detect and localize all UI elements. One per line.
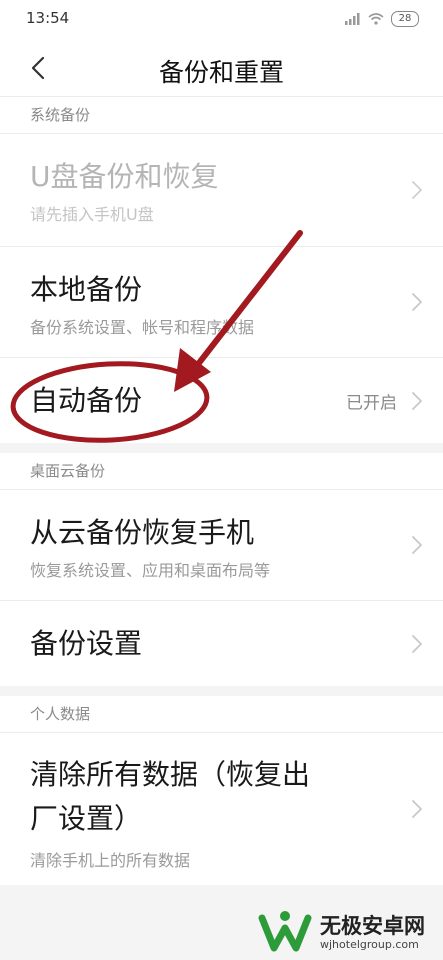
backup-settings-item[interactable]: 备份设置 [0, 601, 443, 686]
battery-icon: 28 [391, 11, 419, 27]
auto-backup-item[interactable]: 自动备份 已开启 [0, 358, 443, 443]
section-personal-data: 个人数据 清除所有数据（恢复出 厂设置） 清除手机上的所有数据 [0, 696, 443, 885]
header: 备份和重置 [0, 40, 443, 97]
section-gap [0, 443, 443, 453]
page-title: 备份和重置 [158, 58, 284, 87]
local-backup-title: 本地备份 [30, 273, 143, 306]
status-icons: 28 [345, 11, 419, 27]
wifi-icon [368, 13, 384, 25]
chevron-right-icon [412, 634, 422, 653]
chevron-right-icon [412, 391, 422, 410]
settings-list: 系统备份 U盘备份和恢复 请先插入手机U盘 本地备份 备份系统设置、帐号和程序数… [0, 97, 443, 885]
factory-reset-title-line1: 清除所有数据（恢复出 [30, 758, 311, 791]
cloud-restore-title: 从云备份恢复手机 [30, 516, 255, 549]
watermark-url: wjhotelgroup.com [320, 938, 419, 951]
section-gap [0, 686, 443, 696]
usb-backup-title: U盘备份和恢复 [30, 160, 219, 193]
usb-backup-subtitle: 请先插入手机U盘 [30, 205, 154, 224]
section-system-backup: 系统备份 U盘备份和恢复 请先插入手机U盘 本地备份 备份系统设置、帐号和程序数… [0, 97, 443, 443]
watermark-logo-icon [258, 911, 312, 952]
watermark: 无极安卓网 wjhotelgroup.com [258, 908, 438, 956]
local-backup-item[interactable]: 本地备份 备份系统设置、帐号和程序数据 [0, 247, 443, 358]
usb-backup-item[interactable]: U盘备份和恢复 请先插入手机U盘 [0, 134, 443, 247]
section-header-system-backup: 系统备份 [0, 97, 443, 134]
backup-settings-title: 备份设置 [30, 627, 143, 660]
chevron-right-icon [412, 293, 422, 311]
status-bar: 13:54 28 [0, 0, 443, 40]
chevron-right-icon [412, 181, 422, 199]
factory-reset-item[interactable]: 清除所有数据（恢复出 厂设置） 清除手机上的所有数据 [0, 733, 443, 885]
signal-icon [345, 13, 360, 25]
factory-reset-subtitle: 清除手机上的所有数据 [30, 851, 191, 870]
chevron-right-icon [412, 536, 422, 554]
section-cloud-backup: 桌面云备份 从云备份恢复手机 恢复系统设置、应用和桌面布局等 备份设置 [0, 453, 443, 686]
local-backup-subtitle: 备份系统设置、帐号和程序数据 [30, 318, 255, 337]
auto-backup-status: 已开启 [346, 393, 397, 413]
cloud-restore-item[interactable]: 从云备份恢复手机 恢复系统设置、应用和桌面布局等 [0, 490, 443, 601]
factory-reset-title-line2: 厂设置） [30, 802, 143, 835]
cloud-restore-subtitle: 恢复系统设置、应用和桌面布局等 [30, 561, 271, 580]
chevron-right-icon [412, 800, 422, 818]
section-header-personal-data: 个人数据 [0, 696, 443, 733]
section-header-cloud-backup: 桌面云备份 [0, 453, 443, 490]
status-time: 13:54 [26, 9, 70, 27]
watermark-brand: 无极安卓网 [320, 914, 425, 938]
